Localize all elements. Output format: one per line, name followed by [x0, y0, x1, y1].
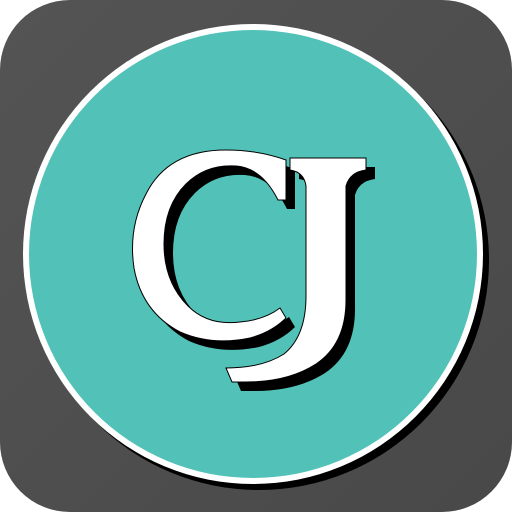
cj-monogram-logo: [132, 149, 375, 391]
app-icon[interactable]: [0, 0, 512, 512]
